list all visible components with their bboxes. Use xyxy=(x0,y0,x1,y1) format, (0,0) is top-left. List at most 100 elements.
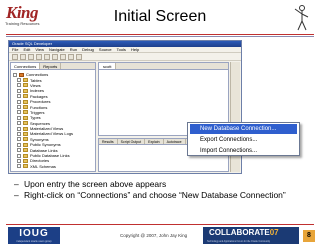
paste-icon[interactable] xyxy=(60,54,66,60)
expand-icon[interactable] xyxy=(17,88,21,93)
ioug-logo: IOUG independent oracle users group xyxy=(8,227,60,244)
expand-icon[interactable] xyxy=(17,164,21,169)
expand-icon[interactable] xyxy=(17,121,21,126)
connections-context-menu: New Database Connection... Export Connec… xyxy=(187,122,300,156)
header-divider-secondary xyxy=(6,36,314,37)
copy-icon[interactable] xyxy=(52,54,58,60)
menu-help[interactable]: Help xyxy=(131,47,139,52)
folder-icon xyxy=(23,110,28,115)
folder-icon xyxy=(23,131,28,136)
tree-item-label: Types xyxy=(30,115,41,121)
navigator-tabs: Connections Reports xyxy=(11,63,95,70)
expand-icon[interactable] xyxy=(17,94,21,99)
bullet-item: Upon entry the screen above appears xyxy=(14,179,304,190)
cut-icon[interactable] xyxy=(44,54,50,60)
folder-icon xyxy=(23,94,28,99)
tab-autotrace[interactable]: Autotrace xyxy=(164,139,186,144)
folder-icon xyxy=(23,121,28,126)
ioug-tagline: independent oracle users group xyxy=(16,240,52,243)
expand-icon[interactable] xyxy=(17,99,21,104)
collaborate-text: COLLABORATE xyxy=(209,228,270,237)
tree-item-label: Triggers xyxy=(30,109,45,115)
editor-tabs: scott xyxy=(99,63,228,70)
header-divider xyxy=(6,34,314,35)
tree-item-label: Packages xyxy=(30,93,48,99)
menu-item-export-connections[interactable]: Export Connections... xyxy=(190,135,297,145)
tab-explain[interactable]: Explain xyxy=(145,139,164,144)
menu-file[interactable]: File xyxy=(12,47,18,52)
menu-view[interactable]: View xyxy=(35,47,44,52)
connections-tree: Connections Tables Views Indexes Package… xyxy=(11,70,95,171)
expand-icon[interactable] xyxy=(17,83,21,88)
tree-item-label: Materialized Views xyxy=(30,126,64,132)
menu-item-new-database-connection[interactable]: New Database Connection... xyxy=(190,124,297,134)
expand-icon[interactable] xyxy=(17,153,21,158)
presenter-icon xyxy=(294,5,309,31)
expand-icon[interactable] xyxy=(17,142,21,147)
folder-icon xyxy=(23,105,28,110)
folder-icon xyxy=(23,148,28,153)
bullet-item: Right-click on “Connections” and choose … xyxy=(14,190,304,201)
expand-icon[interactable] xyxy=(13,72,17,77)
menu-edit[interactable]: Edit xyxy=(23,47,30,52)
expand-icon[interactable] xyxy=(17,158,21,163)
app-toolbar xyxy=(9,53,241,61)
menu-source[interactable]: Source xyxy=(99,47,112,52)
folder-icon xyxy=(23,99,28,104)
tree-item-label: Synonyms xyxy=(30,136,49,142)
tab-results[interactable]: Results xyxy=(99,139,118,144)
tree-item-label: Database Links xyxy=(30,147,58,153)
slide-bullets: Upon entry the screen above appears Righ… xyxy=(14,179,304,201)
save-icon[interactable] xyxy=(28,54,34,60)
folder-icon xyxy=(23,164,28,169)
tree-item-label: Tables xyxy=(30,77,42,83)
expand-icon[interactable] xyxy=(17,110,21,115)
expand-icon[interactable] xyxy=(17,131,21,136)
tree-item-label: Procedures xyxy=(30,99,51,105)
tab-reports[interactable]: Reports xyxy=(40,63,62,69)
tab-connections[interactable]: Connections xyxy=(11,63,41,69)
tree-item-label: Connections xyxy=(26,72,49,78)
copyright-text: Copyright @ 2007, John Jay King xyxy=(120,233,188,238)
expand-icon[interactable] xyxy=(17,115,21,120)
collaborate-tagline: Technology and Applications Forum for th… xyxy=(207,241,271,243)
tab-scott[interactable]: scott xyxy=(99,63,117,69)
tree-item-label: Views xyxy=(30,82,41,88)
tree-item[interactable]: XML Schemas xyxy=(13,164,93,169)
new-icon[interactable] xyxy=(12,54,18,60)
open-icon[interactable] xyxy=(20,54,26,60)
menu-tools[interactable]: Tools xyxy=(117,47,126,52)
menu-run[interactable]: Run xyxy=(70,47,77,52)
expand-icon[interactable] xyxy=(17,137,21,142)
undo-icon[interactable] xyxy=(68,54,74,60)
folder-icon xyxy=(23,88,28,93)
menu-debug[interactable]: Debug xyxy=(82,47,94,52)
page-number: 8 xyxy=(303,230,315,242)
menu-item-import-connections[interactable]: Import Connections... xyxy=(190,146,297,156)
tree-item-label: XML Schemas xyxy=(30,163,56,169)
folder-icon xyxy=(23,126,28,131)
tree-item-label: Public Database Links xyxy=(30,153,70,159)
footer-divider xyxy=(6,224,314,225)
collaborate-year: 07 xyxy=(269,228,279,237)
collaborate-logo: COLLABORATE07 Technology and Application… xyxy=(203,227,299,244)
tree-item-label: Directories xyxy=(30,158,50,164)
app-body: Connections Reports Connections Tables V… xyxy=(9,62,241,173)
folder-icon xyxy=(23,83,28,88)
folder-icon xyxy=(23,142,28,147)
redo-icon[interactable] xyxy=(76,54,82,60)
expand-icon[interactable] xyxy=(17,126,21,131)
tab-script-output[interactable]: Script Output xyxy=(118,139,146,144)
expand-icon[interactable] xyxy=(17,105,21,110)
expand-icon[interactable] xyxy=(17,148,21,153)
menu-navigate[interactable]: Navigate xyxy=(49,47,65,52)
save-all-icon[interactable] xyxy=(36,54,42,60)
tree-item-label: Public Synonyms xyxy=(30,142,61,148)
folder-icon xyxy=(23,78,28,83)
tree-item-label: Sequences xyxy=(30,120,51,126)
connections-navigator: Connections Reports Connections Tables V… xyxy=(10,62,96,172)
tree-item-label: Functions xyxy=(30,104,48,110)
folder-icon xyxy=(23,137,28,142)
folder-icon xyxy=(23,115,28,120)
expand-icon[interactable] xyxy=(17,78,21,83)
